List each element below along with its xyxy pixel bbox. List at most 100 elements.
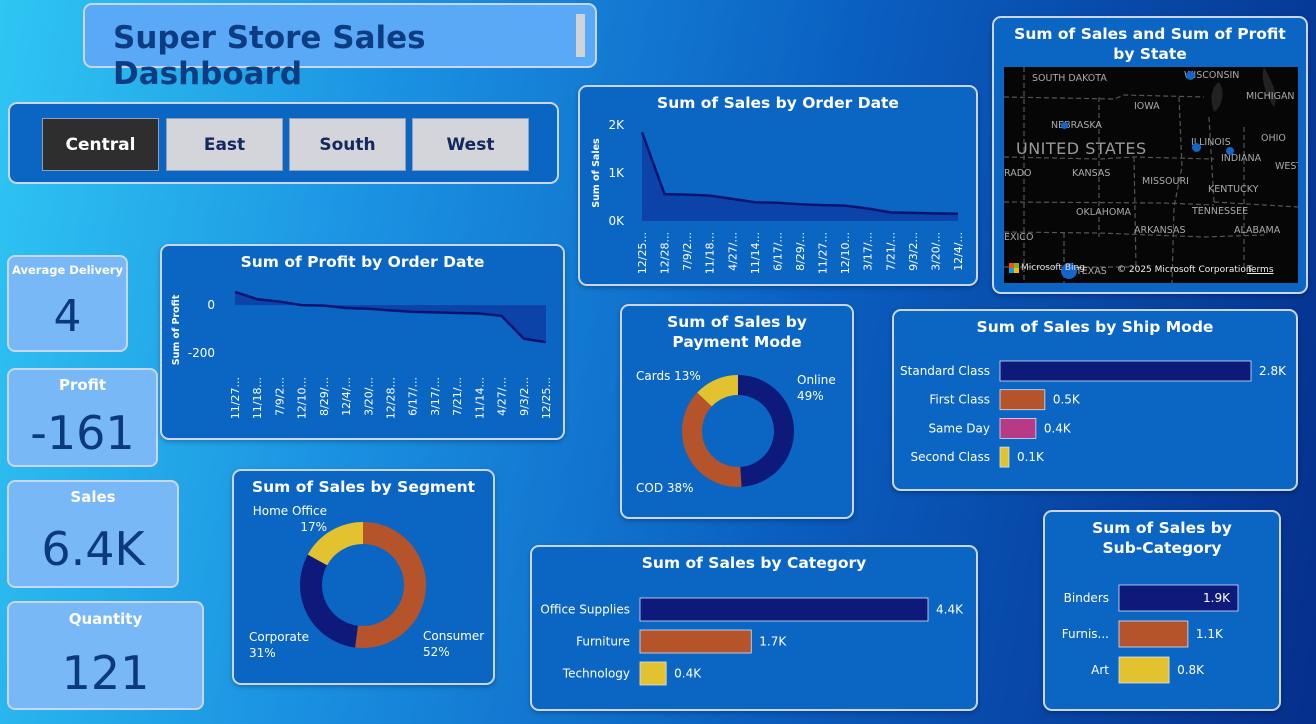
- x-tick-label: 11/18...: [704, 232, 717, 274]
- bar: [999, 418, 1037, 439]
- page-title: Super Store Sales Dashboard: [113, 20, 426, 92]
- value-label: 0.5K: [1053, 393, 1081, 407]
- map-bubble[interactable]: [1226, 147, 1234, 155]
- x-tick-label: 6/17/...: [771, 232, 784, 271]
- chart-sales-by-payment-mode: Sum of Sales by Payment Mode Online 49% CO…: [620, 304, 854, 519]
- series-line: [234, 290, 547, 344]
- kpi-value: 121: [61, 646, 150, 700]
- donut-slice: [355, 522, 426, 648]
- map-terms-link[interactable]: Terms: [1247, 265, 1274, 275]
- kpi-quantity: Quantity 121: [7, 601, 204, 710]
- map-place-label: KENTUCKY: [1208, 184, 1259, 195]
- map-place-label: EXICO: [1004, 232, 1034, 243]
- region-button-west[interactable]: West: [412, 118, 529, 171]
- x-tick-label: 12/28...: [659, 232, 672, 274]
- value-label: 4.4K: [936, 603, 964, 617]
- chart-sales-by-ship-mode: Sum of Sales by Ship Mode Standard Class…: [892, 309, 1298, 491]
- map-place-label: OHIO: [1261, 133, 1286, 144]
- chart-sales-by-segment: Sum of Sales by Segment Consumer 52% Corpo…: [232, 469, 495, 685]
- map-place-label: MISSOURI: [1142, 176, 1189, 187]
- donut-slice: [738, 375, 795, 487]
- x-tick-label: 9/3/2...: [907, 232, 920, 271]
- x-tick-label: 11/18...: [251, 377, 264, 419]
- map-place-label: MICHIGAN: [1246, 91, 1295, 102]
- x-tick-label: 7/9/2...: [273, 377, 286, 416]
- map-place-label: TENNESSEE: [1192, 206, 1249, 217]
- segment-donut-svg: Consumer 52% Corporate 31% Home Office 17%: [249, 504, 484, 660]
- bar: [999, 389, 1046, 411]
- data-label: Home Office 17%: [253, 504, 327, 534]
- region-button-south[interactable]: South: [289, 118, 406, 171]
- map-place-label: ARKANSAS: [1134, 225, 1186, 236]
- state-map[interactable]: SOUTH DAKOTA WISCONSIN MICHIGAN IOWA NEB…: [1004, 67, 1298, 283]
- donut-slice: [682, 392, 742, 487]
- map-place-label: ALABAMA: [1234, 225, 1281, 236]
- chart-sales-by-order-date: Sum of Sales by Order Date 2K 1K 0K 12/25..…: [578, 85, 978, 286]
- map-place-label: SOUTH DAKOTA: [1032, 73, 1107, 84]
- payment-donut-svg: Online 49% COD 38% Cards 13%: [636, 369, 836, 495]
- x-tick-label: 12/25...: [636, 232, 649, 274]
- chart-sales-by-sub-category: Sum of Sales by Sub-Category Binders 1.9K…: [1043, 510, 1281, 711]
- value-label: 0.4K: [1044, 421, 1072, 435]
- x-tick-label: 12/4/...: [340, 377, 353, 416]
- x-tick-label: 3/17/...: [862, 232, 875, 271]
- kpi-value: -161: [30, 406, 135, 460]
- category-label: Art: [1091, 663, 1109, 677]
- x-tick-label: 11/14...: [749, 232, 762, 274]
- x-tick-label: 7/9/2...: [681, 232, 694, 271]
- map-place-label: OKLAHOMA: [1076, 207, 1132, 218]
- x-tick-label: 11/27...: [229, 377, 242, 419]
- data-label: Cards 13%: [636, 369, 701, 383]
- kpi-label: Average Delivery: [12, 263, 123, 277]
- category-label: First Class: [929, 393, 990, 407]
- map-place-label: NEBRASKA: [1051, 120, 1102, 131]
- map-bubble[interactable]: [1061, 122, 1068, 129]
- data-label: Consumer 52%: [423, 629, 484, 659]
- category-label: Furniture: [576, 635, 630, 649]
- map-bubble[interactable]: [1186, 71, 1195, 80]
- bar: [639, 629, 752, 654]
- bar: [1118, 656, 1170, 684]
- value-label: 0.4K: [674, 667, 702, 681]
- kpi-value: 6.4K: [41, 522, 145, 576]
- kpi-label: Quantity: [68, 610, 143, 628]
- map-bubble[interactable]: [1192, 143, 1201, 152]
- sales-by-date-svg: 2K 1K 0K 12/25... 12/28... 7/9/2... 11/18... 4/…: [591, 118, 965, 274]
- kpi-profit: Profit -161: [7, 368, 158, 467]
- category-label: Same Day: [928, 421, 990, 435]
- x-tick-label: 8/29/...: [794, 232, 807, 271]
- y-axis-label: Sum of Sales: [591, 138, 602, 208]
- map-place-label: RADO: [1004, 168, 1032, 179]
- x-tick-label: 6/17/...: [407, 377, 420, 416]
- sub-category-svg: Binders 1.9K Furnis... 1.1K Art 0.8K: [1062, 584, 1239, 684]
- data-label: Online 49%: [797, 373, 836, 403]
- value-label: 1.1K: [1196, 627, 1224, 641]
- region-button-central[interactable]: Central: [42, 118, 159, 171]
- bar: [639, 597, 929, 622]
- category-label: Office Supplies: [540, 603, 630, 617]
- kpi-sales: Sales 6.4K: [7, 480, 179, 588]
- data-label: COD 38%: [636, 481, 694, 495]
- x-tick-label: 3/17/...: [429, 377, 442, 416]
- map-sales-profit-by-state: Sum of Sales and Sum of Profit by State: [992, 16, 1308, 294]
- dashboard-title-box: Super Store Sales Dashboard: [83, 3, 597, 92]
- region-slicer: Central East South West: [8, 102, 559, 184]
- y-tick-label: 0: [207, 298, 215, 312]
- region-button-east[interactable]: East: [166, 118, 283, 171]
- x-tick-label: 12/10...: [296, 377, 309, 419]
- value-label: 1.7K: [759, 635, 787, 649]
- x-tick-label: 4/27/...: [496, 377, 509, 416]
- area-fill: [642, 132, 958, 221]
- map-place-label: IOWA: [1134, 101, 1160, 112]
- category-label: Furnis...: [1062, 627, 1109, 641]
- bar: [639, 661, 667, 686]
- x-tick-label: 3/20/...: [929, 232, 942, 271]
- x-tick-label: 11/27...: [817, 232, 830, 274]
- value-label: 2.8K: [1259, 364, 1287, 378]
- category-svg: Office Supplies 4.4K Furniture 1.7K Technolo…: [540, 597, 964, 686]
- kpi-label: Sales: [70, 488, 116, 506]
- profit-by-date-svg: 0 -200 11/27... 11/18... 7/9/2... 12/10... 8/2…: [171, 290, 553, 419]
- map-place-label: INDIANA: [1221, 153, 1262, 164]
- y-tick-label: 0K: [608, 214, 625, 228]
- area-fill: [235, 291, 546, 343]
